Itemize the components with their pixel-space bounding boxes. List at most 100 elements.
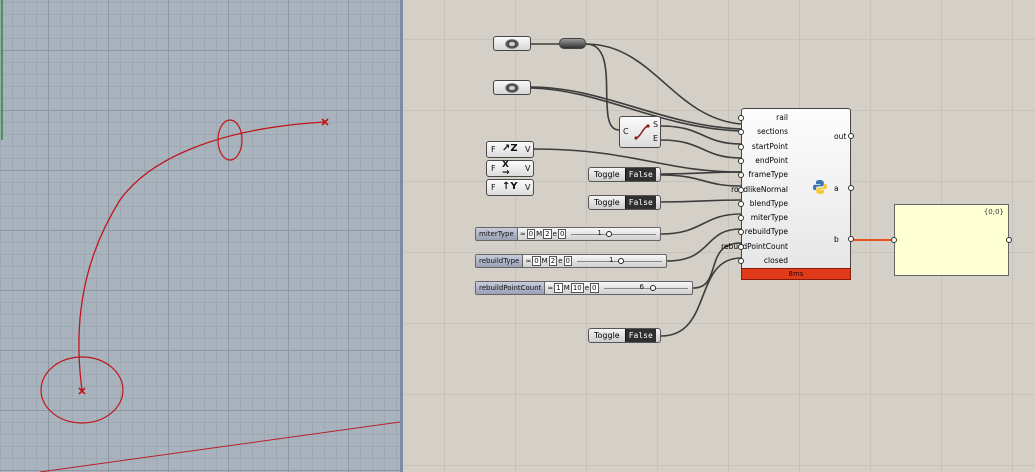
python-input-startPoint[interactable]: startPoint (752, 142, 788, 151)
grasshopper-canvas[interactable]: C S E F ↗Z V F X→ V F ↑Y V Toggle False (403, 0, 1035, 472)
slider-value: 1 (608, 256, 614, 264)
python-input-rebuildPointCount[interactable]: rebuildPointCount (721, 242, 788, 251)
rebuild-type-slider[interactable]: rebuildType ≈0 M 2 e 0 1 (475, 254, 667, 268)
toggle-value[interactable]: False (624, 196, 656, 209)
python-icon (813, 180, 827, 194)
miter-type-slider[interactable]: miterType ≈0 M 2 e 0 1 (475, 227, 661, 241)
slider-exponent: 0 (590, 283, 599, 293)
unit-x-component[interactable]: F X → V (486, 160, 534, 178)
viewport-geometry (1, 0, 400, 472)
python-input-miterType[interactable]: miterType (751, 213, 788, 222)
wire (660, 257, 742, 337)
python-input-sections[interactable]: sections (757, 127, 788, 136)
slider-knob[interactable] (649, 285, 656, 291)
wire (585, 43, 742, 125)
wire (660, 199, 742, 203)
toggle-label: Toggle (594, 170, 620, 179)
wire (585, 43, 620, 131)
python-input-closed[interactable]: closed (764, 256, 788, 265)
input-grip[interactable] (738, 143, 744, 150)
output-grip[interactable] (848, 236, 854, 242)
slider-settings: ≈0 M 2 e 0 (525, 256, 572, 266)
slider-name: rebuildType (476, 255, 524, 267)
unit-y-component[interactable]: F ↑Y V (486, 179, 534, 196)
curve-icon (634, 124, 650, 142)
slider-name: miterType (476, 228, 518, 240)
toggle-value[interactable]: False (624, 329, 656, 342)
vector-output-label: V (525, 183, 531, 192)
output-grip[interactable] (848, 133, 854, 139)
output-e-label: E (653, 134, 659, 143)
param-icon (505, 82, 519, 93)
slider-knob[interactable] (617, 258, 624, 264)
slider-track[interactable]: 6 (600, 282, 692, 294)
unit-y-icon: ↑Y (502, 181, 518, 192)
slider-settings: ≈1 M 10 e 0 (547, 283, 599, 293)
geometry-param-2[interactable] (493, 80, 531, 95)
relay-component[interactable] (559, 38, 586, 49)
input-grip[interactable] (738, 200, 744, 207)
factor-input-label: F (491, 183, 496, 192)
python-input-rail[interactable]: rail (776, 113, 788, 122)
slider-name: rebuildPointCount (476, 282, 546, 294)
factor-input-label: F (491, 145, 496, 154)
slider-exponent: 0 (563, 256, 572, 266)
python-input-endPoint[interactable]: endPoint (755, 156, 788, 165)
panel-input-grip[interactable] (891, 237, 897, 243)
end-points-component[interactable]: C S E (619, 116, 661, 148)
python-script-component[interactable]: rail sections startPoint endPoint frameType r… (721, 108, 851, 280)
python-output-b[interactable]: b (834, 235, 839, 244)
unit-z-component[interactable]: F ↗Z V (486, 141, 534, 158)
output-s-label: S (653, 120, 659, 129)
python-output-out[interactable]: out (834, 132, 846, 141)
input-c-label: C (623, 127, 629, 136)
output-grip[interactable] (848, 185, 854, 191)
vector-output-label: V (525, 145, 531, 154)
input-grip[interactable] (738, 115, 744, 121)
wire (660, 174, 742, 187)
frame-type-toggle[interactable]: Toggle False (588, 167, 661, 182)
end-section-circle (217, 119, 243, 161)
slider-value: 6 (639, 283, 644, 291)
toggle-value[interactable]: False (624, 168, 656, 181)
slider-settings: ≈0 M 2 e 0 (519, 229, 567, 239)
vector-output-label: V (525, 164, 531, 173)
rhino-viewport[interactable] (0, 0, 400, 472)
input-grip[interactable] (738, 186, 744, 193)
output-panel[interactable]: {0;0} (894, 204, 1009, 276)
panel-output-grip[interactable] (1006, 237, 1012, 243)
slider-exponent: 0 (557, 229, 567, 239)
rail-curve (78, 121, 326, 391)
rebuild-point-count-slider[interactable]: rebuildPointCount ≈1 M 10 e 0 6 (475, 281, 693, 295)
unit-x-icon: X → (502, 160, 510, 178)
python-input-frameType[interactable]: frameType (749, 170, 788, 179)
closed-toggle[interactable]: Toggle False (588, 328, 661, 343)
factor-input-label: F (491, 164, 496, 173)
input-grip[interactable] (738, 243, 744, 250)
slider-knob[interactable] (606, 231, 613, 237)
timing-bar: 8ms (741, 268, 851, 280)
toggle-label: Toggle (594, 331, 620, 340)
slider-track[interactable]: 1 (567, 228, 660, 240)
toggle-label: Toggle (594, 198, 620, 207)
python-input-blendType[interactable]: blendType (750, 199, 788, 208)
param-icon (505, 38, 519, 49)
slider-decimals: 1 (554, 283, 563, 293)
python-input-rebuildType[interactable]: rebuildType (745, 227, 788, 236)
wire (660, 171, 742, 175)
slider-max: 2 (548, 256, 558, 266)
python-output-a[interactable]: a (834, 184, 839, 193)
input-grip[interactable] (738, 258, 744, 264)
blend-type-toggle[interactable]: Toggle False (588, 195, 661, 210)
slider-decimals: 0 (526, 229, 536, 239)
slider-decimals: 0 (532, 256, 541, 266)
input-grip[interactable] (738, 157, 744, 164)
app-window: C S E F ↗Z V F X→ V F ↑Y V Toggle False (0, 0, 1035, 472)
unit-z-icon: ↗Z (502, 143, 518, 154)
slider-max: 10 (570, 283, 584, 293)
slider-track[interactable]: 1 (573, 255, 666, 267)
geometry-param-1[interactable] (493, 36, 531, 51)
slider-max: 2 (543, 229, 552, 239)
world-x-axis (39, 421, 400, 472)
slider-value: 1 (597, 229, 602, 237)
